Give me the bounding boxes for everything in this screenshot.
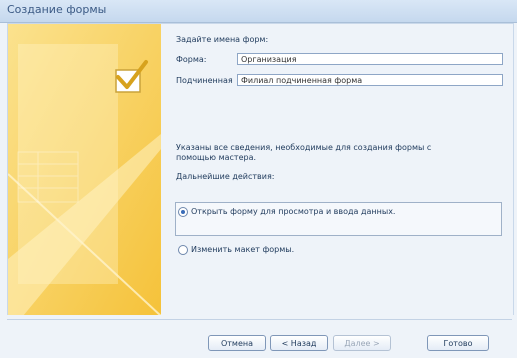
option-edit-radio[interactable]: [178, 245, 188, 255]
prompt-label: Задайте имена форм:: [176, 35, 269, 44]
option-edit-label[interactable]: Изменить макет формы.: [191, 245, 294, 254]
form-name-label: Форма:: [176, 55, 207, 64]
button-bar: Отмена < Назад Далее > Готово: [0, 315, 517, 358]
cancel-button[interactable]: Отмена: [208, 335, 266, 351]
next-button[interactable]: Далее >: [333, 335, 391, 351]
window-title: Создание формы: [7, 3, 107, 16]
form-name-field[interactable]: Организация: [237, 53, 503, 65]
info-text-line2: помощью мастера.: [176, 153, 257, 162]
info-text-line1: Указаны все сведения, необходимые для со…: [176, 143, 432, 152]
wizard-illustration: [8, 24, 161, 316]
option-open-radio[interactable]: [178, 207, 188, 217]
radio-dot: [181, 210, 185, 214]
subform-name-label: Подчиненная: [176, 76, 233, 85]
subform-name-field[interactable]: Филиал подчиненная форма: [237, 74, 503, 86]
title-bar[interactable]: Создание формы: [0, 0, 517, 23]
back-button[interactable]: < Назад: [270, 335, 328, 351]
next-actions-label: Дальнейшие действия:: [176, 172, 275, 181]
finish-button[interactable]: Готово: [427, 335, 489, 351]
dialog-body: [7, 23, 514, 317]
footer-divider: [7, 319, 512, 320]
dialog-window: Создание формы Задайте имена форм: Форма…: [0, 0, 517, 358]
option-open-label[interactable]: Открыть форму для просмотра и ввода данн…: [191, 207, 395, 216]
